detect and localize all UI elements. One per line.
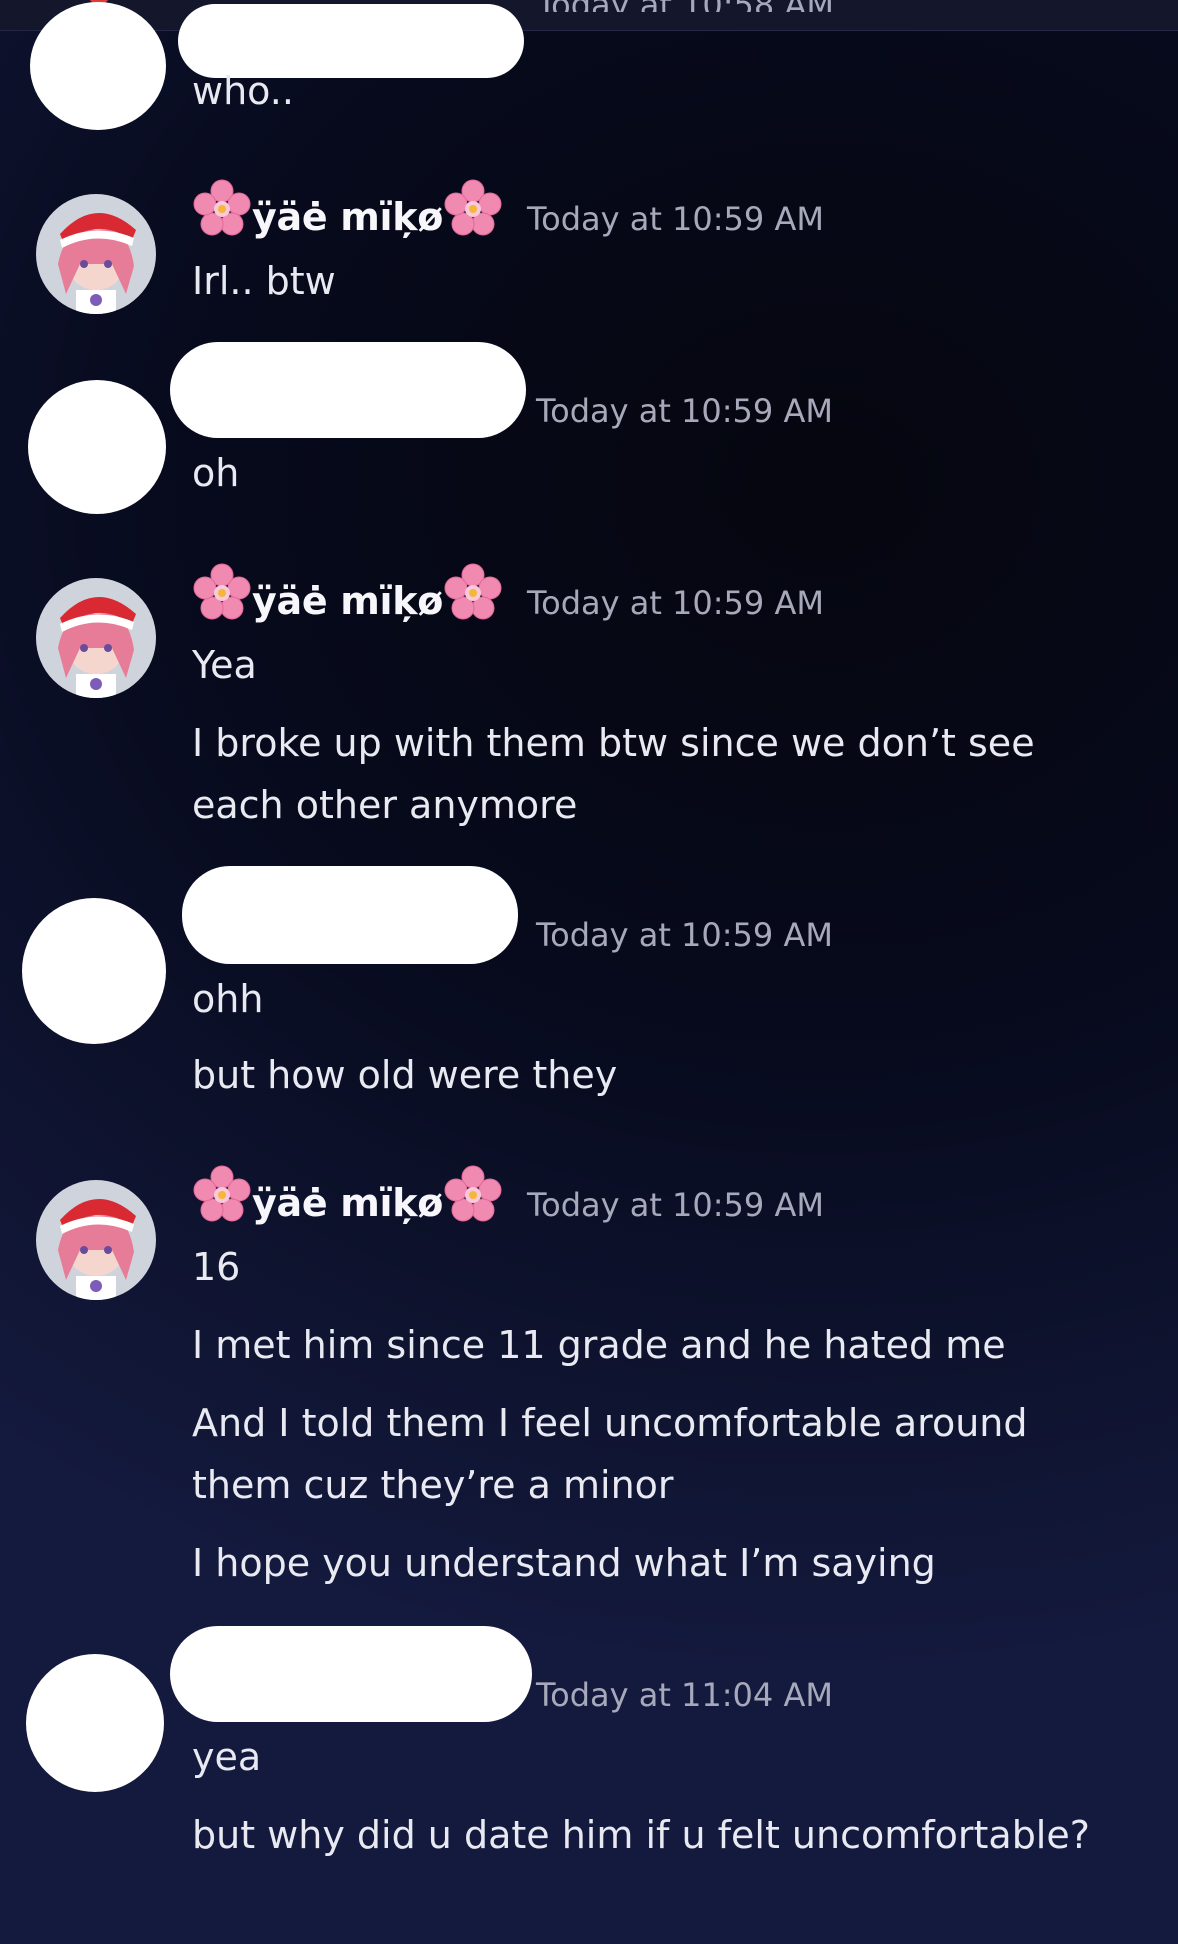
message-line: ohh (192, 977, 264, 1021)
message-line: oh (192, 451, 240, 495)
message-line: each other anymore (192, 783, 578, 827)
message-line: I met him since 11 grade and he hated me (192, 1323, 1006, 1367)
message-line: but why did u date him if u felt uncomfo… (192, 1813, 1090, 1857)
message-line: Irl.. btw (192, 259, 336, 303)
username[interactable]: ÿäė mïķø (192, 178, 503, 239)
message-line: I hope you understand what I’m saying (192, 1541, 936, 1585)
user-avatar[interactable] (36, 578, 156, 698)
redacted-username[interactable] (170, 342, 526, 438)
message-line: but how old were they (192, 1053, 618, 1097)
username[interactable]: ÿäė mïķø (192, 562, 503, 623)
cherry-blossom-icon (444, 563, 502, 620)
cherry-blossom-icon (444, 179, 502, 236)
message-timestamp[interactable]: Today at 11:04 AM (536, 1676, 833, 1714)
message-timestamp[interactable]: Today at 10:59 AM (536, 916, 833, 954)
username[interactable]: ÿäė mïķø (192, 1164, 503, 1225)
user-avatar[interactable] (36, 1180, 156, 1300)
cherry-blossom-icon (193, 563, 251, 620)
cherry-blossom-icon (193, 179, 251, 236)
message-line: I broke up with them btw since we don’t … (192, 721, 1035, 765)
cut-off-timestamp: Today at 10:58 AM (537, 0, 834, 12)
cherry-blossom-icon (193, 1165, 251, 1222)
redacted-avatar[interactable] (26, 1654, 164, 1792)
message-line: And I told them I feel uncomfortable aro… (192, 1401, 1028, 1445)
message-line: them cuz they’re a minor (192, 1463, 674, 1507)
message-timestamp[interactable]: Today at 10:59 AM (527, 1186, 824, 1224)
message-line: 16 (192, 1245, 241, 1289)
redacted-avatar[interactable] (28, 380, 166, 514)
cherry-blossom-icon (444, 1165, 502, 1222)
redacted-username[interactable] (182, 866, 518, 964)
anime-avatar-icon (36, 578, 156, 698)
message-line: who.. (192, 69, 294, 113)
redacted-avatar[interactable] (30, 2, 166, 130)
user-avatar[interactable] (36, 194, 156, 314)
redacted-username[interactable] (170, 1626, 532, 1722)
message-timestamp[interactable]: Today at 10:59 AM (527, 584, 824, 622)
message-line: yea (192, 1735, 262, 1779)
message-timestamp[interactable]: Today at 10:59 AM (536, 392, 833, 430)
message-timestamp[interactable]: Today at 10:59 AM (527, 200, 824, 238)
anime-avatar-icon (36, 194, 156, 314)
redacted-avatar[interactable] (22, 898, 166, 1044)
anime-avatar-icon (36, 1180, 156, 1300)
message-line: Yea (192, 643, 257, 687)
